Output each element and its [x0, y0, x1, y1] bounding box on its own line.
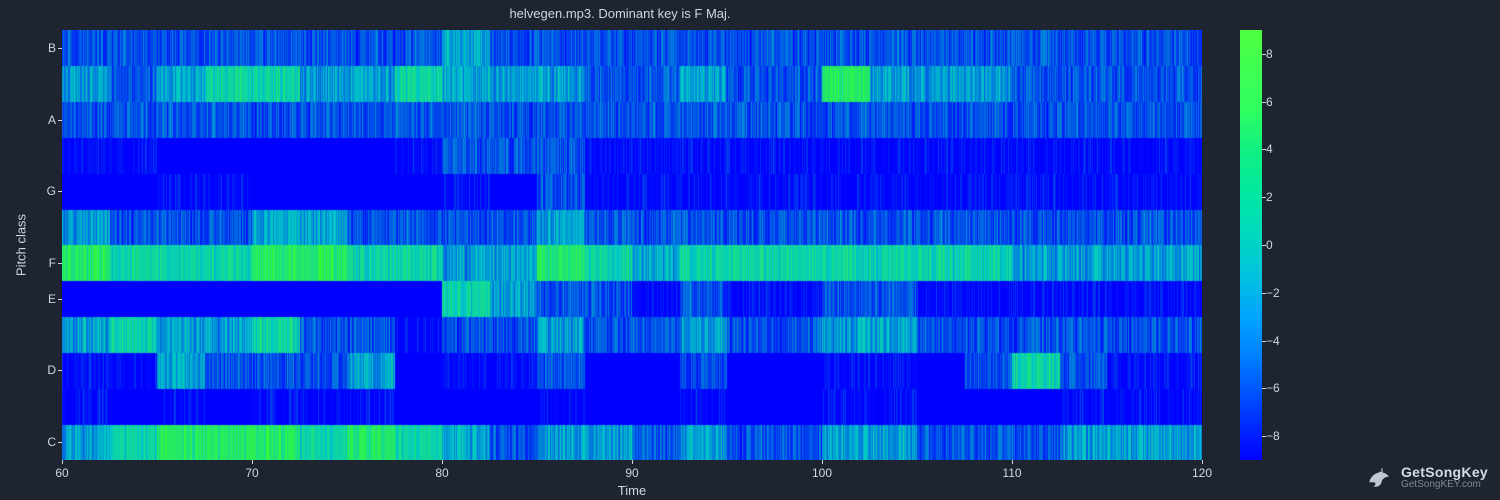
x-axis-label: Time: [618, 483, 646, 498]
colorbar-tick: −4: [1266, 334, 1280, 348]
x-tick: 80: [435, 466, 448, 480]
y-tick: F: [49, 256, 56, 270]
colorbar-tick: −2: [1266, 286, 1280, 300]
colorbar-tick: 2: [1266, 190, 1273, 204]
colorbar-tick: −6: [1266, 381, 1280, 395]
watermark: GetSongKey GetSongKEY.com: [1365, 464, 1488, 492]
x-tick: 60: [55, 466, 68, 480]
heatmap-canvas: [62, 30, 1202, 460]
y-tick: B: [48, 41, 56, 55]
colorbar-tick: 0: [1266, 238, 1273, 252]
y-tick: A: [48, 113, 56, 127]
chart-title: helvegen.mp3. Dominant key is F Maj.: [0, 6, 1240, 21]
bird-note-icon: [1365, 464, 1393, 492]
y-tick: C: [47, 435, 56, 449]
plot-area: [62, 30, 1202, 460]
x-tick: 70: [245, 466, 258, 480]
x-tick: 100: [812, 466, 832, 480]
x-tick: 90: [625, 466, 638, 480]
x-tick: 110: [1002, 466, 1021, 480]
y-axis-label: Pitch class: [14, 214, 29, 276]
colorbar-tick: 6: [1266, 95, 1273, 109]
chromagram-chart: helvegen.mp3. Dominant key is F Maj. Pit…: [0, 0, 1500, 500]
colorbar-tick: −8: [1266, 429, 1280, 443]
colorbar-tick: 8: [1266, 47, 1273, 61]
watermark-line1b: Key: [1461, 464, 1488, 480]
y-tick: E: [48, 292, 56, 306]
watermark-line2: GetSongKEY.com: [1401, 480, 1488, 491]
y-tick: G: [47, 184, 56, 198]
colorbar-gradient: [1240, 30, 1262, 460]
colorbar-tick: 4: [1266, 142, 1273, 156]
watermark-line1a: GetSong: [1401, 464, 1461, 480]
y-axis: Pitch class C D E F G A B: [0, 30, 62, 460]
watermark-line1: GetSongKey: [1401, 465, 1488, 480]
x-axis: 60708090100110120 Time: [62, 460, 1202, 500]
x-tick: 120: [1192, 466, 1212, 480]
y-tick: D: [47, 363, 56, 377]
colorbar: −8−6−4−202468: [1240, 30, 1262, 460]
